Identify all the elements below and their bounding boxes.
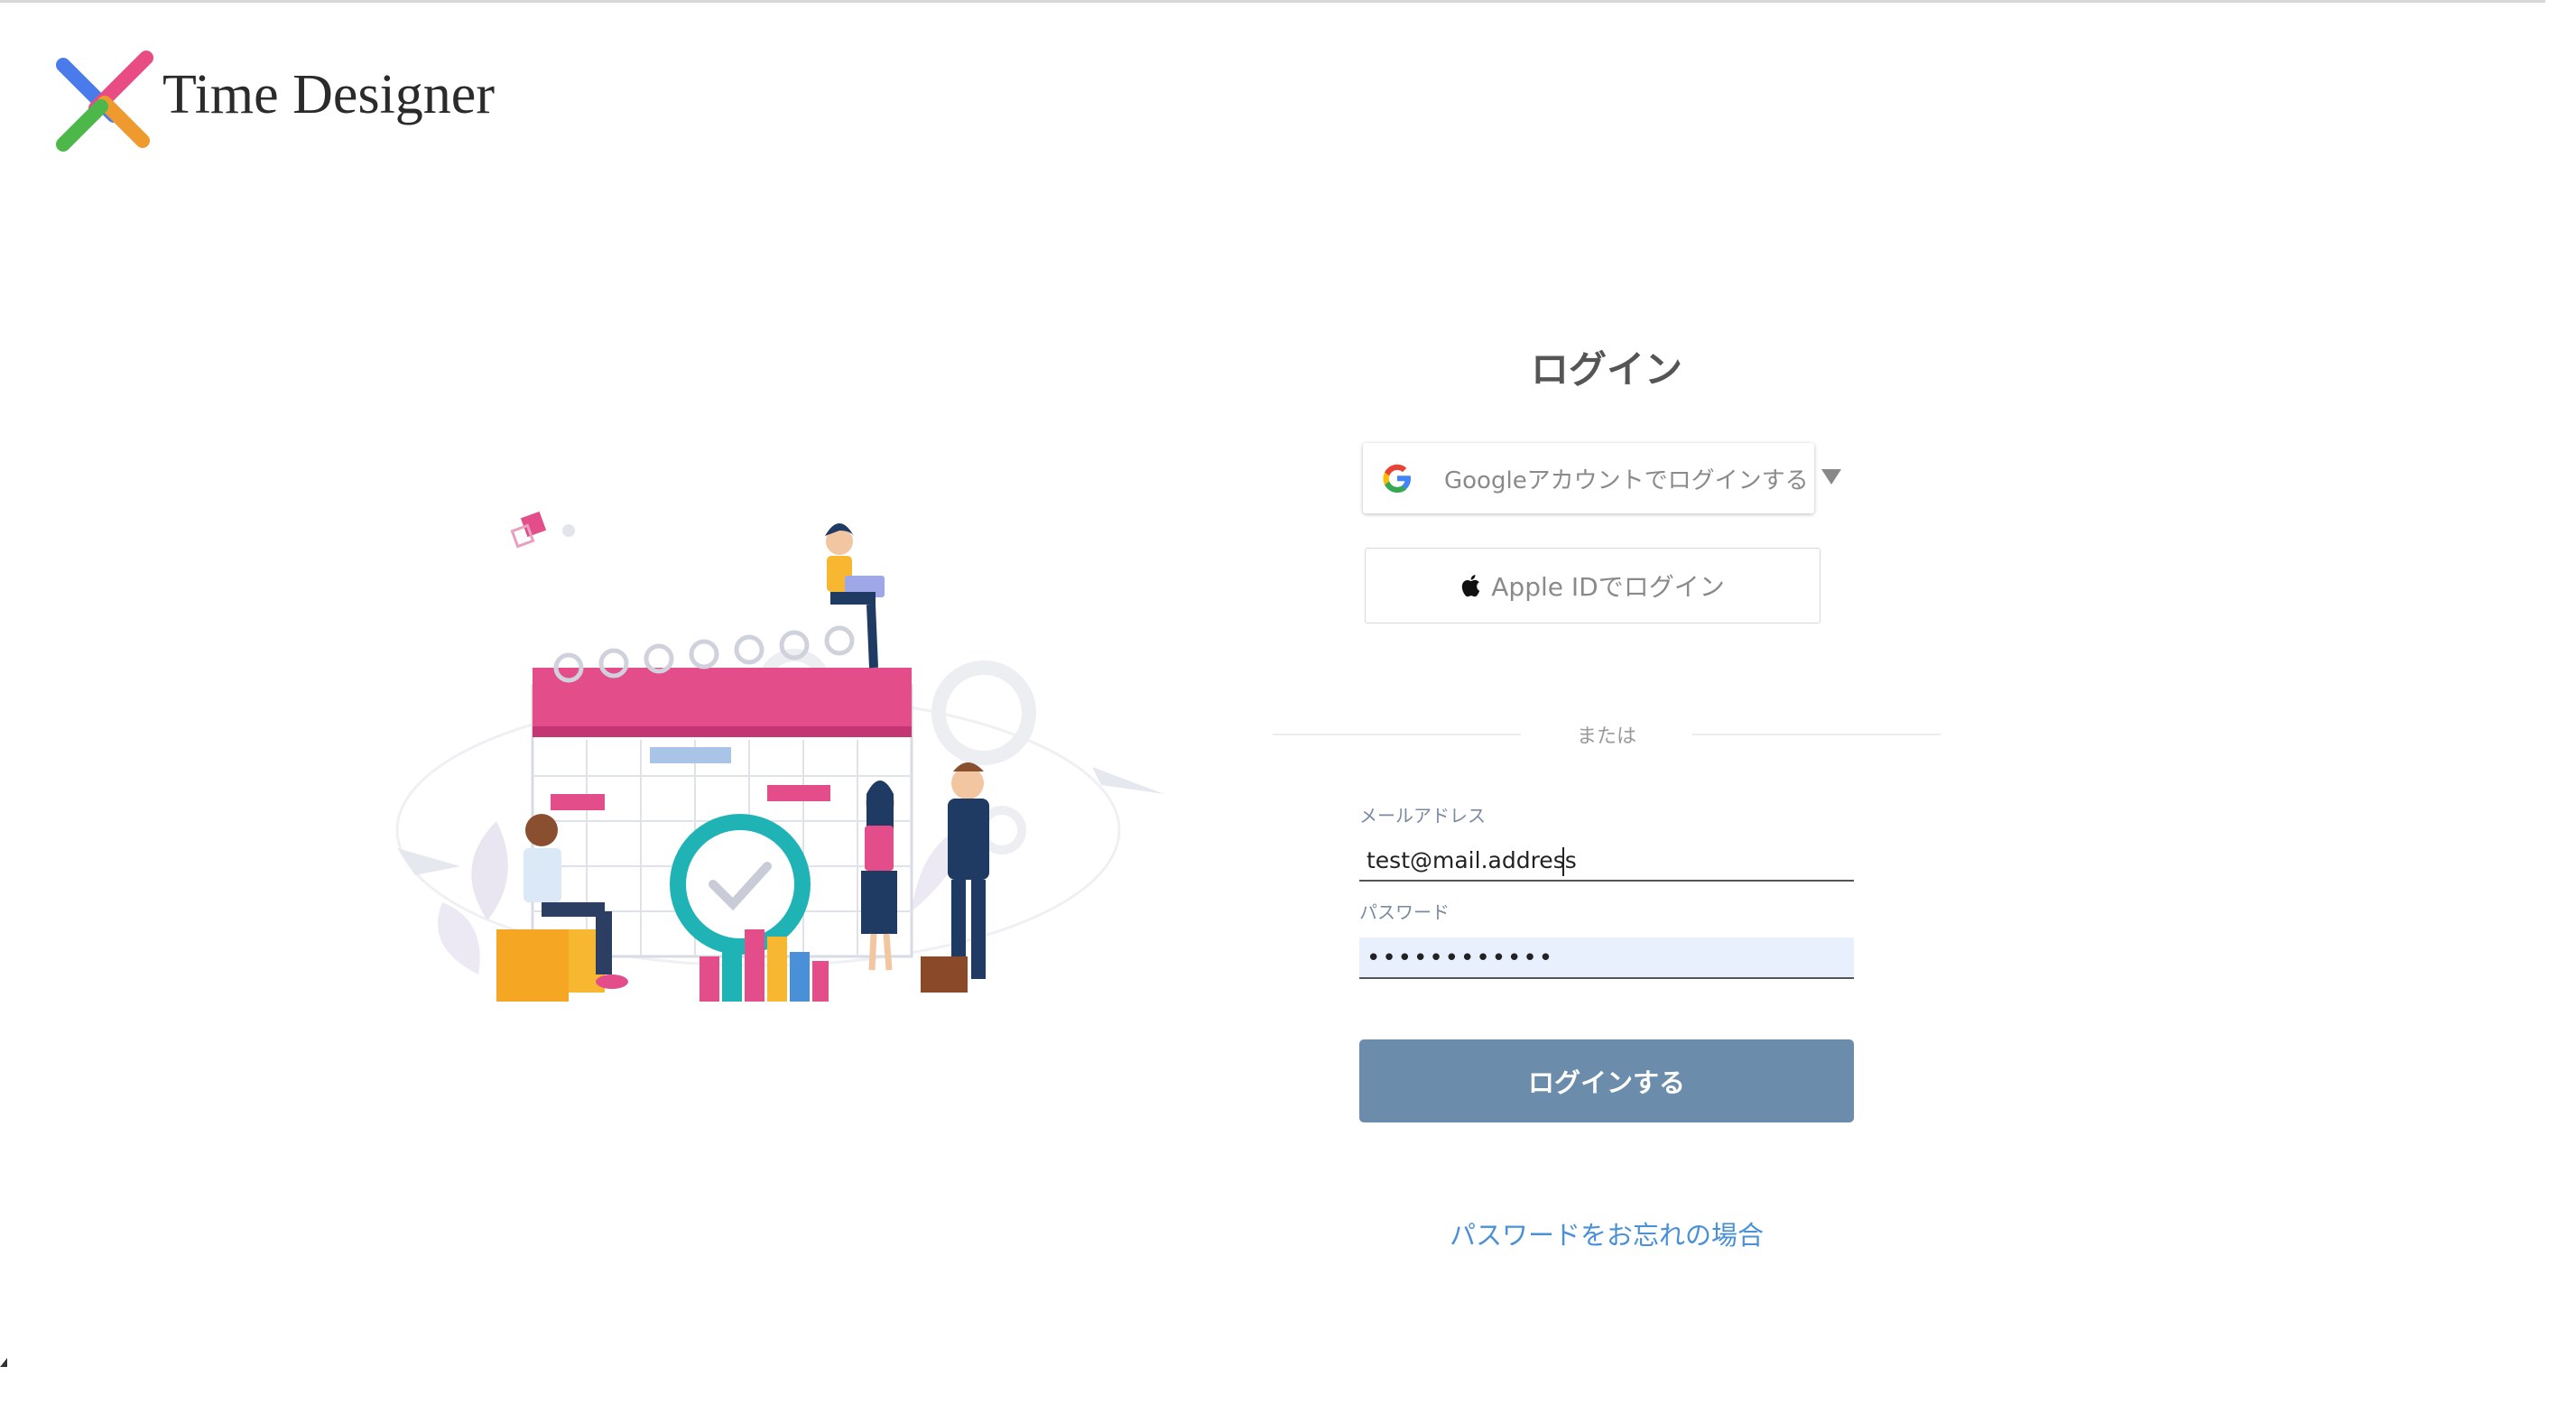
login-title: ログイン bbox=[1530, 347, 1682, 392]
x-cross-logo-icon bbox=[56, 51, 153, 152]
text-cursor bbox=[1562, 847, 1564, 876]
caret-down-icon[interactable] bbox=[1821, 469, 1841, 485]
email-field[interactable] bbox=[1359, 840, 1854, 882]
divider-line-right bbox=[1692, 734, 1941, 735]
corner-mark bbox=[0, 1358, 7, 1367]
divider-line-left bbox=[1273, 734, 1521, 735]
apple-icon bbox=[1462, 575, 1480, 597]
apple-login-button[interactable]: Apple IDでログイン bbox=[1365, 548, 1821, 623]
forgot-password-link[interactable]: パスワードをお忘れの場合 bbox=[1408, 1214, 1805, 1252]
google-g-icon bbox=[1383, 464, 1411, 493]
email-label: メールアドレス bbox=[1359, 805, 1486, 827]
password-field[interactable]: •••••••••••• bbox=[1359, 937, 1854, 979]
password-label: パスワード bbox=[1359, 901, 1450, 923]
top-border bbox=[0, 0, 2545, 3]
login-submit-button[interactable]: ログインする bbox=[1359, 1039, 1854, 1122]
apple-login-label: Apple IDでログイン bbox=[1491, 572, 1725, 602]
brand-name: Time Designer bbox=[162, 64, 495, 125]
calendar-team-illustration bbox=[395, 511, 1164, 1002]
or-divider-text: または bbox=[1576, 725, 1636, 748]
google-login-label: Googleアカウントでログインする bbox=[1444, 466, 1809, 494]
google-login-button[interactable]: Googleアカウントでログインする bbox=[1363, 443, 1814, 513]
